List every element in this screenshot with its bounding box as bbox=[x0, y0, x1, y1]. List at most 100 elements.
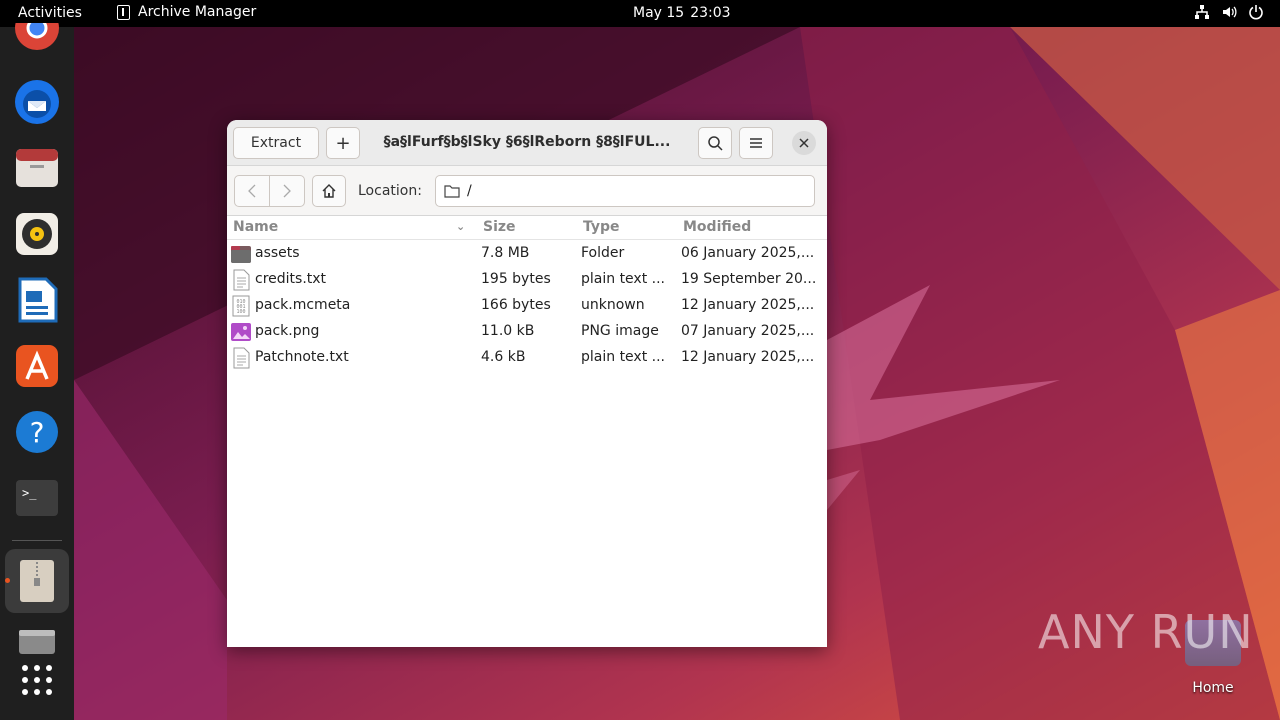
location-bar: Location: / bbox=[227, 166, 827, 216]
terminal-launcher[interactable]: >_ bbox=[14, 475, 60, 521]
image-file-icon bbox=[231, 323, 251, 341]
chevron-right-icon bbox=[283, 184, 291, 198]
dock: ? >_ bbox=[0, 23, 74, 720]
archive-manager-icon bbox=[20, 560, 54, 602]
files-icon bbox=[16, 149, 58, 187]
power-icon[interactable] bbox=[1248, 4, 1264, 20]
chrome-icon bbox=[15, 23, 59, 50]
file-type: plain text ... bbox=[581, 271, 665, 287]
chrome-launcher[interactable] bbox=[14, 15, 60, 61]
table-row[interactable]: pack.png 11.0 kB PNG image 07 January 20… bbox=[227, 319, 827, 345]
file-name: pack.mcmeta bbox=[255, 297, 351, 313]
date: May 15 bbox=[633, 5, 685, 21]
file-modified: 07 January 2025,... bbox=[681, 323, 815, 339]
home-label: Home bbox=[1192, 680, 1234, 696]
terminal-icon: >_ bbox=[16, 480, 58, 516]
home-icon bbox=[322, 184, 336, 198]
list-header: Name ⌄ Size Type Modified bbox=[227, 216, 827, 240]
file-modified: 12 January 2025,... bbox=[681, 297, 815, 313]
table-row[interactable]: Patchnote.txt 4.6 kB plain text ... 12 J… bbox=[227, 345, 827, 371]
file-modified: 19 September 20... bbox=[681, 271, 817, 287]
file-type: Folder bbox=[581, 245, 625, 261]
svg-text:>_: >_ bbox=[22, 486, 37, 500]
folder-icon bbox=[444, 185, 460, 198]
file-list: Name ⌄ Size Type Modified assets 7.8 MB … bbox=[227, 216, 827, 647]
svg-text:?: ? bbox=[30, 416, 45, 449]
file-size: 166 bytes bbox=[481, 297, 551, 313]
table-row[interactable]: assets 7.8 MB Folder 06 January 2025,... bbox=[227, 241, 827, 267]
anyrun-watermark: ANY RUN bbox=[1038, 605, 1254, 659]
help-icon: ? bbox=[16, 411, 58, 453]
forward-button[interactable] bbox=[269, 175, 305, 207]
file-modified: 06 January 2025,... bbox=[681, 245, 815, 261]
running-indicator bbox=[5, 578, 10, 583]
column-header-name[interactable]: Name bbox=[233, 219, 473, 235]
folder-icon bbox=[231, 246, 251, 263]
time: 23:03 bbox=[690, 5, 731, 21]
table-row[interactable]: 010 001 100 pack.mcmeta 166 bytes unknown … bbox=[227, 293, 827, 319]
hamburger-menu-icon bbox=[750, 138, 762, 148]
file-size: 11.0 kB bbox=[481, 323, 535, 339]
dock-separator bbox=[12, 540, 62, 541]
header-bar: Extract + §a§lFurf§b§lSky §6§lReborn §8§… bbox=[227, 120, 827, 166]
show-apps-button[interactable] bbox=[14, 657, 60, 703]
disk-launcher[interactable] bbox=[14, 615, 60, 661]
column-header-modified[interactable]: Modified bbox=[683, 219, 823, 235]
back-button[interactable] bbox=[234, 175, 270, 207]
file-type: plain text ... bbox=[581, 349, 665, 365]
close-button[interactable] bbox=[792, 131, 816, 155]
file-name: Patchnote.txt bbox=[255, 349, 349, 365]
file-size: 7.8 MB bbox=[481, 245, 530, 261]
thunderbird-launcher[interactable] bbox=[14, 79, 60, 125]
libreoffice-writer-icon bbox=[18, 277, 58, 323]
disk-icon bbox=[19, 630, 55, 654]
column-header-size[interactable]: Size bbox=[483, 219, 573, 235]
rhythmbox-icon bbox=[16, 213, 58, 255]
file-modified: 12 January 2025,... bbox=[681, 349, 815, 365]
text-file-icon bbox=[233, 347, 250, 369]
file-size: 195 bytes bbox=[481, 271, 551, 287]
svg-text:100: 100 bbox=[236, 309, 245, 315]
app-name: Archive Manager bbox=[138, 4, 257, 20]
location-field[interactable]: / bbox=[435, 175, 815, 207]
volume-icon[interactable] bbox=[1221, 4, 1237, 20]
file-name: pack.png bbox=[255, 323, 320, 339]
location-value: / bbox=[467, 183, 472, 199]
show-apps-icon bbox=[22, 665, 52, 695]
clock[interactable]: May 15 23:03 bbox=[633, 5, 731, 21]
binary-file-icon: 010001100 bbox=[232, 295, 250, 317]
search-icon bbox=[708, 136, 723, 151]
location-label: Location: bbox=[358, 183, 422, 199]
file-name: assets bbox=[255, 245, 300, 261]
extract-button[interactable]: Extract bbox=[233, 127, 319, 159]
files-launcher[interactable] bbox=[14, 145, 60, 191]
window-title: §a§lFurf§b§lSky §6§lReborn §8§lFUL... bbox=[383, 134, 671, 150]
file-name: credits.txt bbox=[255, 271, 327, 287]
archive-manager-window: Extract + §a§lFurf§b§lSky §6§lReborn §8§… bbox=[227, 120, 827, 647]
main-menu-button[interactable] bbox=[739, 127, 773, 159]
rhythmbox-launcher[interactable] bbox=[14, 211, 60, 257]
archive-manager-launcher[interactable] bbox=[5, 549, 69, 613]
home-button[interactable] bbox=[312, 175, 346, 207]
file-type: PNG image bbox=[581, 323, 659, 339]
close-icon bbox=[799, 138, 809, 148]
archive-manager-icon bbox=[117, 4, 130, 20]
sort-descending-icon: ⌄ bbox=[456, 220, 466, 233]
thunderbird-icon bbox=[15, 80, 59, 124]
column-header-type[interactable]: Type bbox=[583, 219, 675, 235]
search-button[interactable] bbox=[698, 127, 732, 159]
writer-launcher[interactable] bbox=[14, 277, 60, 323]
file-size: 4.6 kB bbox=[481, 349, 526, 365]
top-bar: Activities Archive Manager May 15 23:03 bbox=[0, 0, 1280, 27]
help-launcher[interactable]: ? bbox=[14, 409, 60, 455]
app-menu[interactable]: Archive Manager bbox=[117, 4, 256, 20]
app-center-launcher[interactable] bbox=[14, 343, 60, 389]
file-type: unknown bbox=[581, 297, 645, 313]
network-icon[interactable] bbox=[1194, 4, 1210, 20]
add-files-button[interactable]: + bbox=[326, 127, 360, 159]
system-tray[interactable] bbox=[1194, 4, 1264, 20]
chevron-left-icon bbox=[248, 184, 256, 198]
text-file-icon bbox=[233, 269, 250, 291]
table-row[interactable]: credits.txt 195 bytes plain text ... 19 … bbox=[227, 267, 827, 293]
app-center-icon bbox=[16, 345, 58, 387]
